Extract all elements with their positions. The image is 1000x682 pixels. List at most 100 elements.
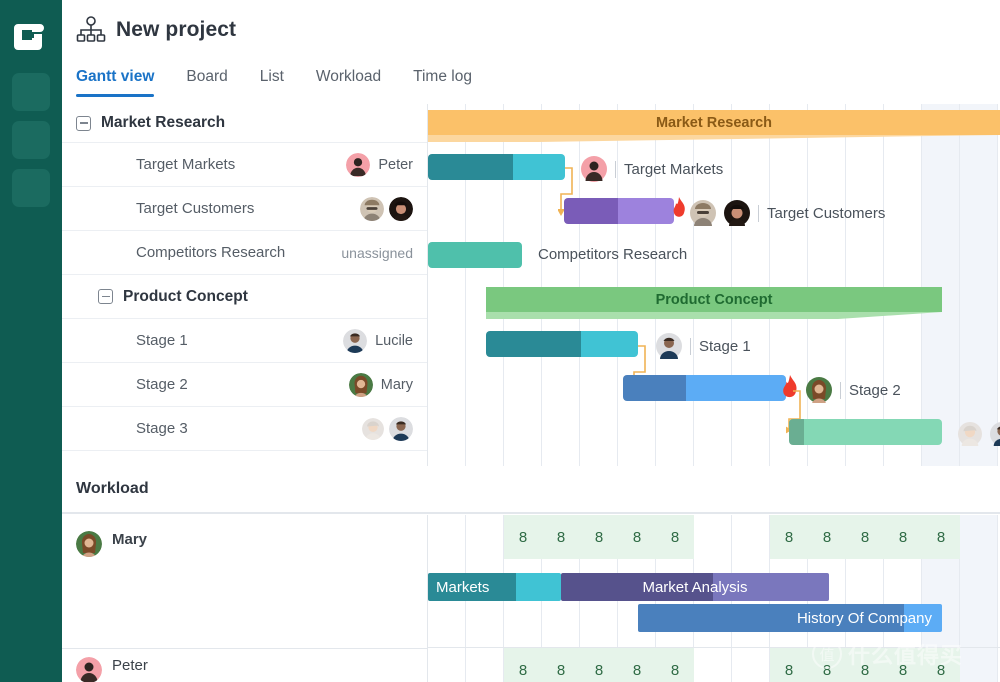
assignee-name: Mary [381,377,413,393]
workload-people-panel: Mary Peter [62,515,428,682]
gantt-bar-stage-3[interactable] [789,419,942,445]
tab-list[interactable]: List [260,60,300,98]
task-row-stage-2[interactable]: Stage 2 Mary [62,363,427,407]
workload-section-header: Workload [62,466,1000,514]
grid-column-weekend [922,104,960,466]
grid-column [846,104,884,466]
bar-label-text: Stage 2 [849,382,901,399]
assignee-cell[interactable] [362,407,413,450]
assignee-cell[interactable] [360,187,413,230]
workload-cell: 8 [504,515,542,559]
avatar-mary [76,531,102,557]
gantt-bar-target-customers[interactable] [564,198,674,224]
workload-cell: 8 [922,648,960,682]
summary-bar-market-research[interactable]: Market Research [428,110,1000,135]
page-title: New project [116,18,236,42]
task-row-stage-1[interactable]: Stage 1 Lucile [62,319,427,363]
tab-gantt-view[interactable]: Gantt view [76,60,170,98]
fire-icon [668,196,690,226]
task-row-target-customers[interactable]: Target Customers [62,187,427,231]
summary-tail-left [486,312,838,319]
summary-bar-label: Market Research [656,115,772,131]
label-separator [758,205,759,222]
avatar-anna [362,418,384,440]
assignee-name: Peter [378,157,413,173]
bar-progress [428,242,522,268]
org-chart-icon [76,15,106,45]
avatar-lucile [343,329,367,353]
workload-cell: 8 [770,515,808,559]
group-row-product-concept[interactable]: Product Concept [62,275,427,319]
workload-bar-history-of-company[interactable]: History Of Company [638,604,942,632]
nav-square-3[interactable] [12,169,50,207]
bar-remainder [804,419,942,445]
bar-progress [486,331,581,357]
task-row-stage-3[interactable]: Stage 3 [62,407,427,451]
grid-column [884,104,922,466]
gantt-bar-label-competitors-research: Competitors Research [538,246,687,263]
tab-board[interactable]: Board [186,60,243,98]
gantt-bar-target-markets[interactable] [428,154,565,180]
avatar-dan [724,200,750,226]
gantt-bar-stage-2[interactable] [623,375,786,401]
gantt-bar-competitors-research[interactable] [428,242,522,268]
assignee-cell[interactable]: Peter [346,143,413,186]
avatar-lucile [389,417,413,441]
gantt-grid: Market Research Target Markets [428,104,1000,466]
workload-bar-label: History Of Company [797,604,932,632]
workload-cell: 8 [770,648,808,682]
summary-bar-product-concept[interactable]: Product Concept [486,287,942,312]
gantt-bar-stage-1[interactable] [486,331,638,357]
bar-label-text: Stage 1 [699,338,751,355]
avatar-peter [76,657,102,682]
tab-time-log[interactable]: Time log [413,60,488,98]
workload-person-name: Peter [112,657,148,674]
tab-workload[interactable]: Workload [316,60,397,98]
assignee-cell[interactable]: Mary [349,363,413,406]
task-name: Target Customers [76,200,254,217]
bar-label-text: Competitors Research [538,246,687,263]
collapse-toggle-icon[interactable] [76,116,91,131]
workload-bar-markets[interactable]: Markets [428,573,561,601]
workload-cell: 8 [580,648,618,682]
bar-progress [789,419,804,445]
gantt-bar-label-target-customers: Target Customers [690,200,885,226]
assignee-unassigned: unassigned [341,245,413,261]
nav-square-1[interactable] [12,73,50,111]
workload-bar-label: Markets [436,573,489,601]
avatar-dan [389,197,413,221]
assignee-cell[interactable]: Lucile [343,319,413,362]
assignee-name: Lucile [375,333,413,349]
gantt-bar-label-stage-3 [958,422,1000,446]
task-row-competitors-research[interactable]: Competitors Research unassigned [62,231,427,275]
g-logo[interactable] [12,16,50,54]
workload-cell: 8 [618,648,656,682]
workload-cell: 8 [846,648,884,682]
bar-remainder [581,331,638,357]
workload-bar-market-analysis[interactable]: Market Analysis [561,573,829,601]
workload-cell: 8 [884,515,922,559]
group-row-market-research[interactable]: Market Research [62,104,427,143]
workload-person-name: Mary [112,531,147,548]
workload-person-mary[interactable]: Mary [62,515,427,648]
task-list-panel: Market Research Target Markets Peter Tar… [62,104,428,466]
main-content: New project Gantt view Board List Worklo… [62,0,1000,682]
bar-progress [564,198,618,224]
collapse-toggle-icon[interactable] [98,289,113,304]
bar-remainder [516,573,561,601]
view-tabs: Gantt view Board List Workload Time log [62,60,1000,104]
avatar-peter [346,153,370,177]
workload-person-peter[interactable]: Peter [62,649,427,682]
workload-cell: 8 [656,648,694,682]
nav-square-2[interactable] [12,121,50,159]
task-row-target-markets[interactable]: Target Markets Peter [62,143,427,187]
grid-column-weekend [960,515,998,682]
summary-bar-label: Product Concept [656,292,773,308]
workload-cell: 8 [884,648,922,682]
assignee-cell[interactable]: unassigned [341,231,413,274]
gantt-app: New project Gantt view Board List Worklo… [0,0,1000,682]
group-name: Product Concept [123,288,248,306]
workload-cell: 8 [922,515,960,559]
workload-cell: 8 [504,648,542,682]
group-name: Market Research [101,114,225,132]
